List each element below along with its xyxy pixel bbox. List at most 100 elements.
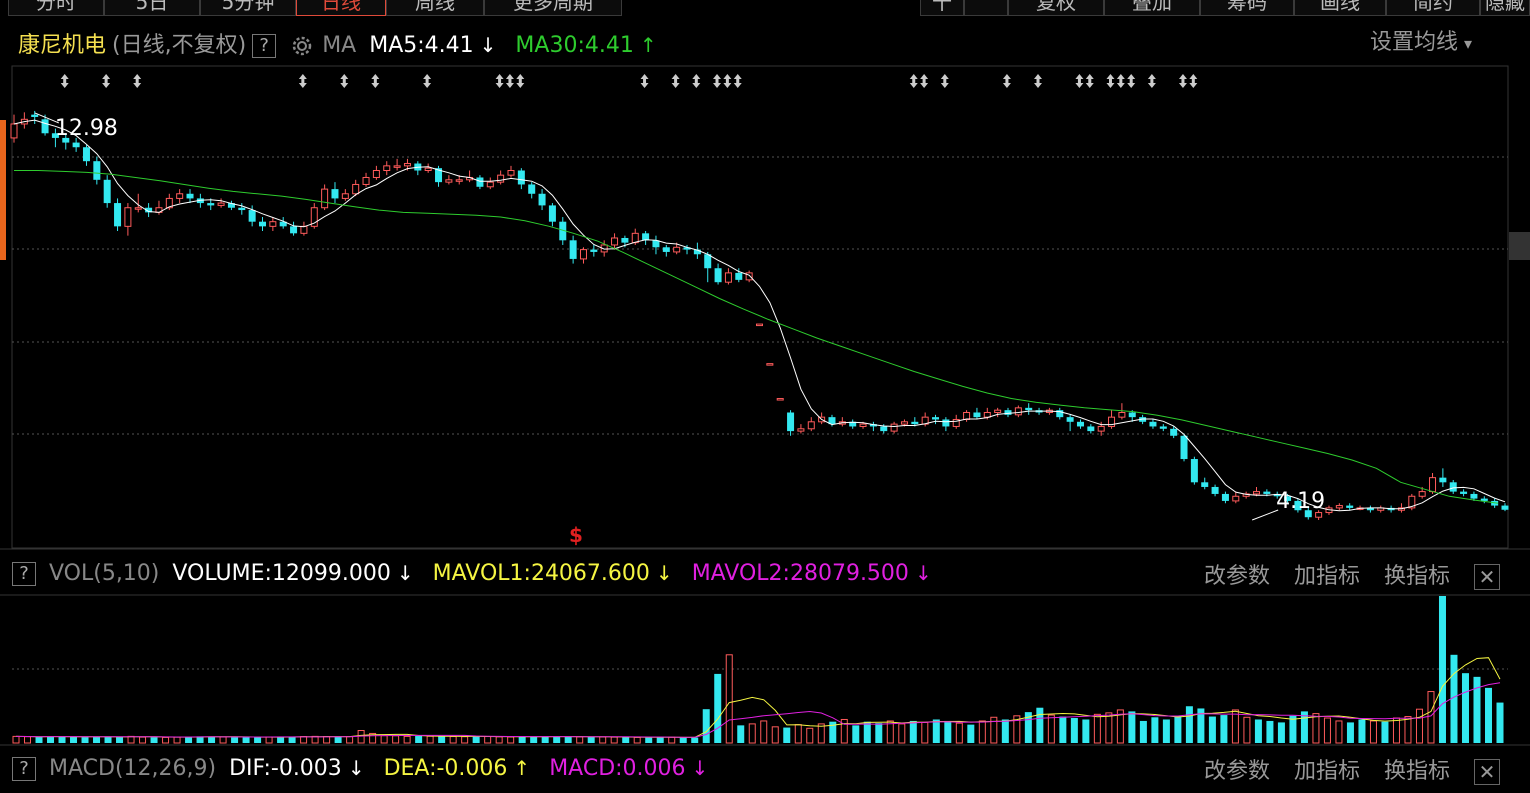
macd-switch-indicator-button[interactable]: 换指标	[1384, 759, 1450, 784]
dividend-marker: $	[569, 523, 583, 547]
candle-body	[1211, 486, 1219, 494]
candle-body	[1449, 482, 1457, 492]
macd-edit-params-button[interactable]: 改参数	[1204, 759, 1270, 784]
candle-body	[1263, 491, 1271, 494]
candle-body	[1429, 477, 1437, 493]
volume-bar	[898, 723, 906, 744]
info-marker-icon	[725, 78, 729, 83]
candle-body	[911, 421, 919, 425]
volume-bar	[599, 736, 607, 744]
volume-bar	[1266, 720, 1274, 743]
vol-close-button[interactable]: ✕	[1474, 564, 1501, 590]
volume-bar	[288, 736, 296, 743]
volume-bar	[1496, 702, 1504, 743]
candle-body	[31, 114, 39, 117]
info-marker-icon	[1108, 78, 1112, 83]
volume-bar	[438, 736, 446, 743]
candle-body	[486, 181, 494, 188]
volume-bar	[645, 737, 653, 743]
candle-body	[776, 398, 784, 401]
volume-bar	[921, 721, 929, 744]
mavol1-arrow-icon: ↓	[655, 561, 673, 585]
macd-header: ? MACD(12,26,9) DIF:-0.003 ↓ DEA:-0.006 ↑ …	[12, 753, 720, 783]
info-marker-icon	[373, 78, 377, 83]
info-marker-icon	[1181, 78, 1185, 83]
vol-switch-indicator-button[interactable]: 换指标	[1384, 564, 1450, 589]
candle-body	[1097, 425, 1105, 432]
volume-bar	[564, 736, 572, 743]
candle-body	[238, 207, 246, 211]
volume-bar	[760, 720, 768, 744]
candle-body	[900, 421, 908, 425]
volume-bar	[1208, 716, 1216, 743]
volume-bar	[852, 725, 860, 743]
info-marker-icon	[425, 78, 429, 83]
mavol1-text: MAVOL1:24067.600	[432, 561, 650, 586]
volume-bar	[1139, 720, 1147, 743]
volume-text: VOLUME:12099.000	[172, 561, 391, 586]
volume-bar	[1404, 716, 1412, 744]
volume-bar	[1323, 717, 1331, 744]
volume-bar	[1243, 716, 1251, 744]
volume-bar	[863, 721, 871, 743]
candle-body	[1253, 491, 1260, 495]
volume-bar	[518, 736, 526, 743]
macd-add-indicator-button[interactable]: 加指标	[1294, 759, 1360, 784]
info-marker-icon	[694, 78, 698, 83]
vol-name: VOL(5,10)	[49, 561, 160, 586]
volume-bar	[1082, 719, 1090, 743]
candle-body	[662, 247, 670, 252]
candle-body	[207, 203, 215, 206]
candle-body	[1118, 411, 1126, 418]
vol-help-button[interactable]: ?	[12, 562, 36, 586]
info-marker-icon	[508, 78, 512, 83]
vol-add-indicator-button[interactable]: 加指标	[1294, 564, 1360, 589]
candle-body	[372, 169, 380, 178]
info-marker-icon	[1150, 78, 1154, 83]
mavol1-line	[15, 657, 1501, 738]
candle-body	[528, 184, 536, 194]
volume-bar	[1335, 720, 1343, 744]
candle-body	[352, 183, 360, 195]
volume-bar	[679, 737, 687, 743]
candle-body	[642, 233, 650, 241]
candle-body	[1470, 493, 1478, 499]
price-panel-frame	[11, 65, 1509, 549]
macd-value: MACD:0.006 ↓	[549, 756, 714, 781]
volume-bar	[610, 736, 618, 744]
candle-body	[269, 221, 277, 227]
candle-body	[1159, 426, 1167, 429]
dea-text: DEA:-0.006	[383, 756, 508, 781]
candle-body	[497, 174, 505, 183]
volume-bar	[955, 722, 963, 744]
volume-bar	[173, 736, 181, 744]
candle-body	[766, 363, 774, 366]
volume-bar	[150, 737, 158, 743]
macd-close-button[interactable]: ✕	[1474, 759, 1501, 785]
volume-bar	[323, 736, 331, 744]
volume-bar	[93, 736, 101, 743]
info-marker-icon	[135, 78, 139, 83]
candle-body	[1066, 417, 1074, 422]
candle-body	[1439, 477, 1447, 483]
candle-body	[124, 207, 132, 227]
macd-arrow-icon: ↓	[691, 756, 709, 780]
volume-bar	[1438, 596, 1446, 743]
volume-bar	[81, 737, 89, 743]
info-marker-icon	[643, 78, 647, 83]
volume-bar	[1484, 687, 1492, 743]
volume-bar	[576, 736, 584, 744]
info-marker-icon	[1077, 78, 1081, 83]
vol-edit-params-button[interactable]: 改参数	[1204, 564, 1270, 589]
info-marker-icon	[912, 78, 916, 83]
volume-bar	[1047, 714, 1055, 744]
volume-bar	[967, 724, 975, 743]
candle-body	[383, 165, 391, 171]
macd-help-button[interactable]: ?	[12, 757, 36, 781]
candle-body	[455, 179, 463, 182]
volume-bar	[553, 736, 561, 743]
volume-bar	[47, 736, 55, 743]
volume-bar	[495, 736, 503, 744]
candle-body	[1418, 491, 1426, 497]
candle-body	[1346, 505, 1354, 508]
